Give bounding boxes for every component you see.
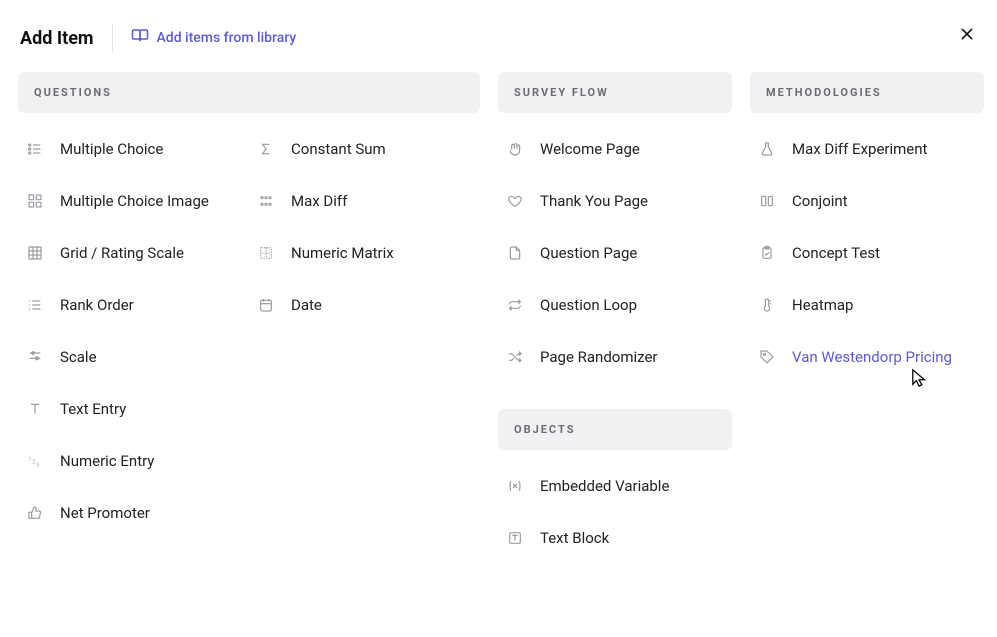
item-label: Text Entry — [60, 400, 126, 418]
item-label: Embedded Variable — [540, 477, 669, 495]
questions-left-col: Multiple Choice Multiple Choice Image Gr… — [18, 123, 249, 539]
modal-header: Add Item Add items from library — [0, 0, 997, 72]
item-label: Welcome Page — [540, 140, 640, 158]
questions-column: QUESTIONS Multiple Choice Multiple Choic… — [18, 72, 480, 564]
item-grid-rating[interactable]: Grid / Rating Scale — [18, 227, 249, 279]
item-label: Question Loop — [540, 296, 637, 314]
item-numeric-matrix[interactable]: Numeric Matrix — [249, 227, 480, 279]
item-rank-order[interactable]: 123 Rank Order — [18, 279, 249, 331]
flow-header: SURVEY FLOW — [498, 72, 732, 113]
calendar-icon — [257, 296, 275, 314]
sliders-icon — [26, 348, 44, 366]
item-label: Net Promoter — [60, 504, 150, 522]
item-conjoint[interactable]: Conjoint — [750, 175, 984, 227]
svg-text:3: 3 — [28, 306, 30, 311]
clipboard-check-icon — [758, 244, 776, 262]
item-label: Heatmap — [792, 296, 853, 314]
item-scale[interactable]: Scale — [18, 331, 249, 383]
item-label: Numeric Entry — [60, 452, 154, 470]
page-icon — [506, 244, 524, 262]
item-label: Question Page — [540, 244, 637, 262]
item-numeric-entry[interactable]: 123 Numeric Entry — [18, 435, 249, 487]
grid-icon — [26, 244, 44, 262]
item-embedded-variable[interactable]: Embedded Variable — [498, 460, 732, 512]
columns-icon — [758, 192, 776, 210]
item-label: Max Diff — [291, 192, 347, 210]
close-button[interactable] — [957, 26, 977, 46]
variable-icon — [506, 477, 524, 495]
wave-icon — [506, 140, 524, 158]
item-thank-you-page[interactable]: Thank You Page — [498, 175, 732, 227]
item-label: Van Westendorp Pricing — [792, 348, 952, 366]
item-label: Grid / Rating Scale — [60, 244, 184, 262]
item-label: Page Randomizer — [540, 348, 658, 366]
methodologies-list: Max Diff Experiment Conjoint Concept Tes… — [750, 123, 984, 383]
item-question-loop[interactable]: Question Loop — [498, 279, 732, 331]
item-label: Conjoint — [792, 192, 848, 210]
numbers-icon: 123 — [26, 452, 44, 470]
ordered-list-icon: 123 — [26, 296, 44, 314]
item-text-entry[interactable]: Text Entry — [18, 383, 249, 435]
item-question-page[interactable]: Question Page — [498, 227, 732, 279]
item-welcome-page[interactable]: Welcome Page — [498, 123, 732, 175]
sigma-icon — [257, 140, 275, 158]
item-label: Max Diff Experiment — [792, 140, 927, 158]
objects-list: Embedded Variable Text Block — [498, 460, 732, 564]
item-multiple-choice-image[interactable]: Multiple Choice Image — [18, 175, 249, 227]
list-check-icon — [26, 140, 44, 158]
close-icon — [959, 26, 975, 46]
item-constant-sum[interactable]: Constant Sum — [249, 123, 480, 175]
shuffle-icon — [506, 348, 524, 366]
compare-icon — [257, 192, 275, 210]
text-icon — [26, 400, 44, 418]
item-label: Date — [291, 296, 322, 314]
svg-text:3: 3 — [36, 462, 39, 468]
price-tag-icon — [758, 348, 776, 366]
item-multiple-choice[interactable]: Multiple Choice — [18, 123, 249, 175]
questions-header: QUESTIONS — [18, 72, 480, 113]
methodologies-header: METHODOLOGIES — [750, 72, 984, 113]
item-maxdiff-experiment[interactable]: Max Diff Experiment — [750, 123, 984, 175]
columns-container: QUESTIONS Multiple Choice Multiple Choic… — [0, 72, 997, 564]
item-label: Text Block — [540, 529, 609, 547]
item-label: Multiple Choice Image — [60, 192, 209, 210]
flow-column: SURVEY FLOW Welcome Page Thank You Page … — [498, 72, 732, 564]
item-label: Rank Order — [60, 296, 134, 314]
methodologies-column: METHODOLOGIES Max Diff Experiment Conjoi… — [750, 72, 984, 564]
add-from-library-link[interactable]: Add items from library — [131, 27, 297, 49]
item-net-promoter[interactable]: Net Promoter — [18, 487, 249, 539]
item-label: Constant Sum — [291, 140, 386, 158]
heart-icon — [506, 192, 524, 210]
item-label: Concept Test — [792, 244, 880, 262]
item-label: Scale — [60, 348, 97, 366]
item-heatmap[interactable]: Heatmap — [750, 279, 984, 331]
flow-list: Welcome Page Thank You Page Question Pag… — [498, 123, 732, 383]
item-text-block[interactable]: Text Block — [498, 512, 732, 564]
objects-header: OBJECTS — [498, 409, 732, 450]
item-max-diff[interactable]: Max Diff — [249, 175, 480, 227]
add-from-library-label: Add items from library — [157, 30, 297, 46]
item-concept-test[interactable]: Concept Test — [750, 227, 984, 279]
thermometer-icon — [758, 296, 776, 314]
loop-icon — [506, 296, 524, 314]
modal-title: Add Item — [20, 28, 94, 49]
image-grid-icon — [26, 192, 44, 210]
item-van-westendorp[interactable]: Van Westendorp Pricing — [750, 331, 984, 383]
questions-grid: Multiple Choice Multiple Choice Image Gr… — [18, 123, 480, 539]
svg-text:1: 1 — [28, 457, 31, 463]
questions-right-col: Constant Sum Max Diff Numeric Matrix — [249, 123, 480, 539]
header-divider — [112, 24, 113, 52]
item-page-randomizer[interactable]: Page Randomizer — [498, 331, 732, 383]
item-label: Multiple Choice — [60, 140, 163, 158]
matrix-icon — [257, 244, 275, 262]
text-block-icon — [506, 529, 524, 547]
thumbs-up-icon — [26, 504, 44, 522]
item-date[interactable]: Date — [249, 279, 480, 331]
flask-icon — [758, 140, 776, 158]
svg-text:2: 2 — [32, 460, 35, 466]
item-label: Thank You Page — [540, 192, 648, 210]
item-label: Numeric Matrix — [291, 244, 394, 262]
book-icon — [131, 27, 149, 49]
